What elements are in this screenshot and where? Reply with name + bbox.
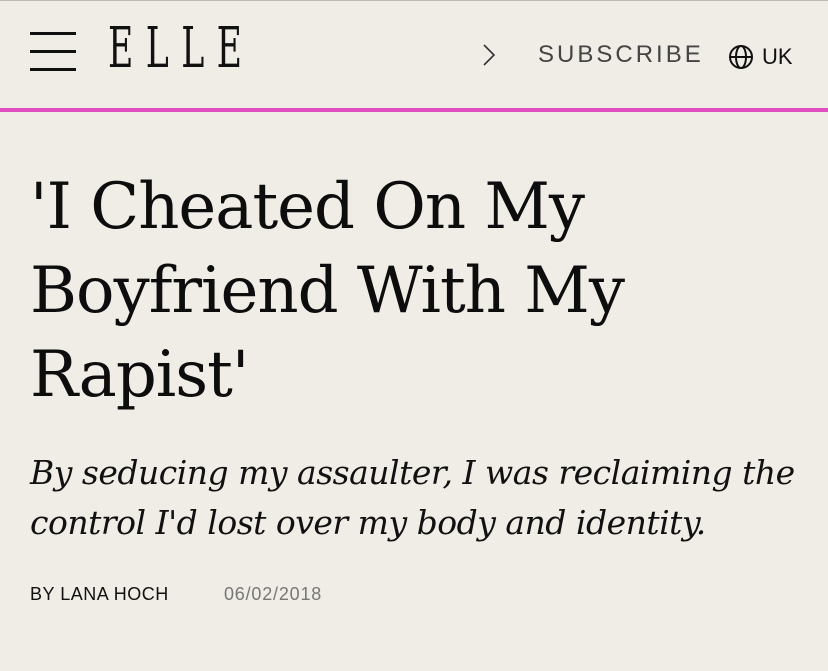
subscribe-link[interactable]: SUBSCRIBE — [538, 43, 704, 67]
menu-bar — [30, 68, 76, 71]
publish-date: 06/02/2018 — [224, 584, 323, 604]
accent-divider — [0, 108, 828, 112]
menu-bar — [30, 50, 76, 53]
edition-selector[interactable]: UK — [728, 42, 793, 72]
chevron-right-icon[interactable] — [478, 41, 500, 69]
site-logo[interactable]: ELLE — [108, 21, 254, 77]
menu-icon[interactable] — [30, 32, 76, 74]
article-headline: 'I Cheated On My Boyfriend With My Rapis… — [30, 170, 625, 412]
article-dek: By seducing my assaulter, I was reclaimi… — [30, 453, 795, 542]
globe-icon — [729, 45, 753, 69]
author-byline[interactable]: BY LANA HOCH — [30, 584, 169, 605]
site-header: ELLE SUBSCRIBE UK — [0, 1, 828, 109]
menu-bar — [30, 32, 76, 35]
edition-label: UK — [762, 44, 793, 69]
